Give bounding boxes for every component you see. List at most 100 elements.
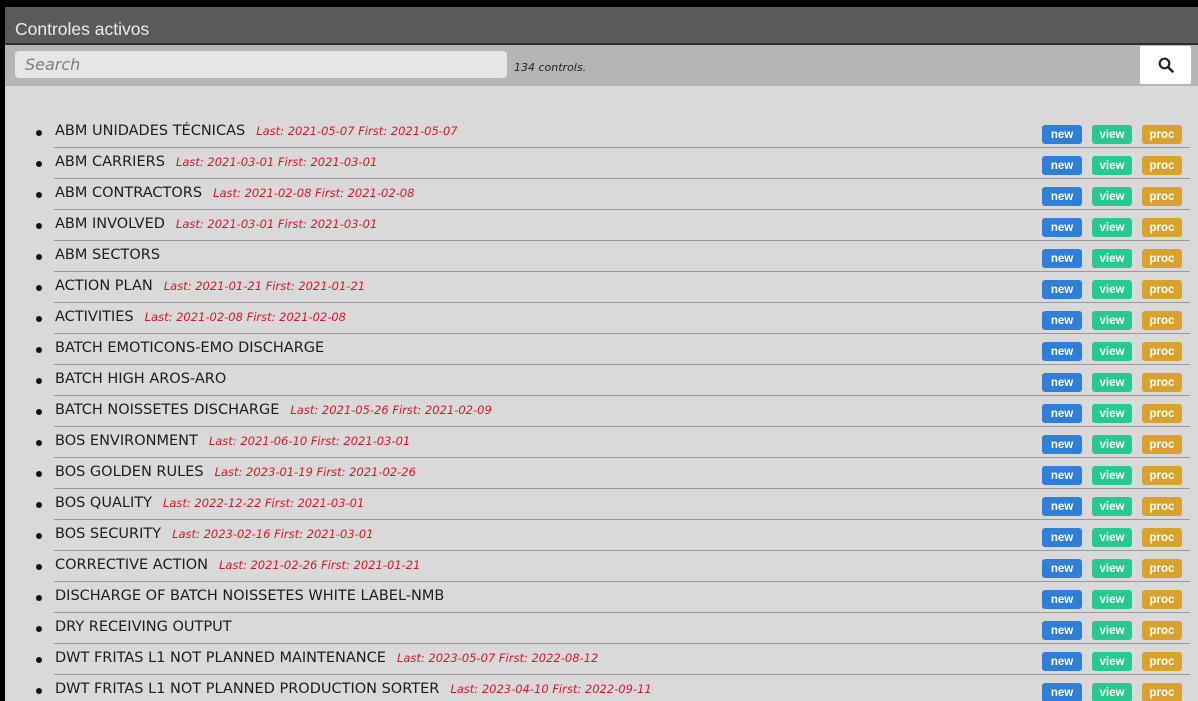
list-item: BATCH EMOTICONS-EMO DISCHARGE new view p…: [5, 334, 1198, 365]
list-item: DWT FRITAS L1 NOT PLANNED MAINTENANCE Las…: [5, 644, 1198, 675]
proc-button[interactable]: proc: [1142, 311, 1182, 330]
proc-button[interactable]: proc: [1142, 621, 1182, 640]
control-dates: Last: 2023-04-10 First: 2022-09-11: [450, 682, 652, 696]
new-button[interactable]: new: [1042, 466, 1082, 485]
view-button[interactable]: view: [1092, 125, 1132, 144]
proc-button[interactable]: proc: [1142, 590, 1182, 609]
control-label: BATCH EMOTICONS-EMO DISCHARGE: [55, 340, 325, 356]
list-item: BOS GOLDEN RULES Last: 2023-01-19 First: …: [5, 458, 1198, 489]
bullet-icon: [36, 223, 42, 229]
controls-window: Controles activos 134 controls. ABM UNID…: [5, 7, 1198, 701]
proc-button[interactable]: proc: [1142, 497, 1182, 516]
view-button[interactable]: view: [1092, 590, 1132, 609]
proc-button[interactable]: proc: [1142, 373, 1182, 392]
control-label: ABM INVOLVED: [55, 216, 165, 232]
new-button[interactable]: new: [1042, 342, 1082, 361]
proc-button[interactable]: proc: [1142, 249, 1182, 268]
control-dates: Last: 2021-02-26 First: 2021-01-21: [218, 558, 421, 572]
new-button[interactable]: new: [1042, 621, 1082, 640]
control-dates: Last: 2021-03-01 First: 2021-03-01: [175, 217, 378, 231]
new-button[interactable]: new: [1042, 683, 1082, 701]
list-item: BOS ENVIRONMENT Last: 2021-06-10 First: 2…: [5, 427, 1198, 458]
control-label: ACTION PLAN: [55, 278, 153, 294]
search-input[interactable]: [15, 51, 507, 78]
control-name: BATCH HIGH AROS-ARO: [55, 371, 226, 387]
list-item: DRY RECEIVING OUTPUT new view proc: [5, 613, 1198, 644]
view-button[interactable]: view: [1092, 373, 1132, 392]
view-button[interactable]: view: [1092, 342, 1132, 361]
bullet-icon: [36, 347, 42, 353]
new-button[interactable]: new: [1042, 280, 1082, 299]
control-name: BATCH NOISSETES DISCHARGE Last: 2021-05-2…: [55, 402, 492, 418]
list-item: BATCH HIGH AROS-ARO new view proc: [5, 365, 1198, 396]
control-name: CORRECTIVE ACTION Last: 2021-02-26 First:…: [55, 557, 420, 573]
bullet-icon: [36, 688, 42, 694]
proc-button[interactable]: proc: [1142, 683, 1182, 701]
view-button[interactable]: view: [1092, 652, 1132, 671]
control-dates: Last: 2021-01-21 First: 2021-01-21: [163, 279, 366, 293]
list-item: BOS SECURITY Last: 2023-02-16 First: 2021…: [5, 520, 1198, 551]
control-name: ABM CARRIERS Last: 2021-03-01 First: 2021…: [55, 154, 377, 170]
controls-count: 134 controls.: [514, 61, 587, 74]
control-dates: Last: 2021-05-26 First: 2021-02-09: [290, 403, 492, 417]
view-button[interactable]: view: [1092, 435, 1132, 454]
window-title: Controles activos: [5, 7, 1198, 45]
new-button[interactable]: new: [1042, 125, 1082, 144]
new-button[interactable]: new: [1042, 497, 1082, 516]
control-label: ACTIVITIES: [55, 309, 134, 325]
new-button[interactable]: new: [1042, 652, 1082, 671]
bullet-icon: [36, 409, 42, 415]
proc-button[interactable]: proc: [1142, 435, 1182, 454]
list-item: BATCH NOISSETES DISCHARGE Last: 2021-05-2…: [5, 396, 1198, 427]
new-button[interactable]: new: [1042, 373, 1082, 392]
new-button[interactable]: new: [1042, 404, 1082, 423]
control-label: ABM CARRIERS: [55, 154, 165, 170]
list-item: BOS QUALITY Last: 2022-12-22 First: 2021-…: [5, 489, 1198, 520]
view-button[interactable]: view: [1092, 497, 1132, 516]
control-name: BOS GOLDEN RULES Last: 2023-01-19 First: …: [55, 464, 416, 480]
proc-button[interactable]: proc: [1142, 466, 1182, 485]
new-button[interactable]: new: [1042, 559, 1082, 578]
proc-button[interactable]: proc: [1142, 125, 1182, 144]
proc-button[interactable]: proc: [1142, 528, 1182, 547]
control-dates: Last: 2023-05-07 First: 2022-08-12: [396, 651, 599, 665]
view-button[interactable]: view: [1092, 218, 1132, 237]
new-button[interactable]: new: [1042, 590, 1082, 609]
proc-button[interactable]: proc: [1142, 156, 1182, 175]
search-button[interactable]: [1140, 46, 1191, 84]
new-button[interactable]: new: [1042, 218, 1082, 237]
view-button[interactable]: view: [1092, 249, 1132, 268]
list-item: ABM UNIDADES TÉCNICAS Last: 2021-05-07 Fi…: [5, 117, 1198, 148]
new-button[interactable]: new: [1042, 528, 1082, 547]
view-button[interactable]: view: [1092, 466, 1132, 485]
view-button[interactable]: view: [1092, 528, 1132, 547]
new-button[interactable]: new: [1042, 187, 1082, 206]
new-button[interactable]: new: [1042, 435, 1082, 454]
view-button[interactable]: view: [1092, 559, 1132, 578]
view-button[interactable]: view: [1092, 156, 1132, 175]
new-button[interactable]: new: [1042, 311, 1082, 330]
list-item: CORRECTIVE ACTION Last: 2021-02-26 First:…: [5, 551, 1198, 582]
view-button[interactable]: view: [1092, 187, 1132, 206]
view-button[interactable]: view: [1092, 683, 1132, 701]
new-button[interactable]: new: [1042, 249, 1082, 268]
control-name: ABM UNIDADES TÉCNICAS Last: 2021-05-07 Fi…: [55, 123, 458, 139]
proc-button[interactable]: proc: [1142, 187, 1182, 206]
proc-button[interactable]: proc: [1142, 404, 1182, 423]
control-name: BOS QUALITY Last: 2022-12-22 First: 2021-…: [55, 495, 364, 511]
proc-button[interactable]: proc: [1142, 218, 1182, 237]
control-label: BOS SECURITY: [55, 526, 162, 542]
proc-button[interactable]: proc: [1142, 559, 1182, 578]
proc-button[interactable]: proc: [1142, 342, 1182, 361]
proc-button[interactable]: proc: [1142, 652, 1182, 671]
view-button[interactable]: view: [1092, 311, 1132, 330]
view-button[interactable]: view: [1092, 280, 1132, 299]
view-button[interactable]: view: [1092, 621, 1132, 640]
control-dates: Last: 2021-02-08 First: 2021-02-08: [144, 310, 346, 324]
view-button[interactable]: view: [1092, 404, 1132, 423]
bullet-icon: [36, 595, 42, 601]
list-item: DISCHARGE OF BATCH NOISSETES WHITE LABEL…: [5, 582, 1198, 613]
proc-button[interactable]: proc: [1142, 280, 1182, 299]
list-item: ACTION PLAN Last: 2021-01-21 First: 2021-…: [5, 272, 1198, 303]
new-button[interactable]: new: [1042, 156, 1082, 175]
